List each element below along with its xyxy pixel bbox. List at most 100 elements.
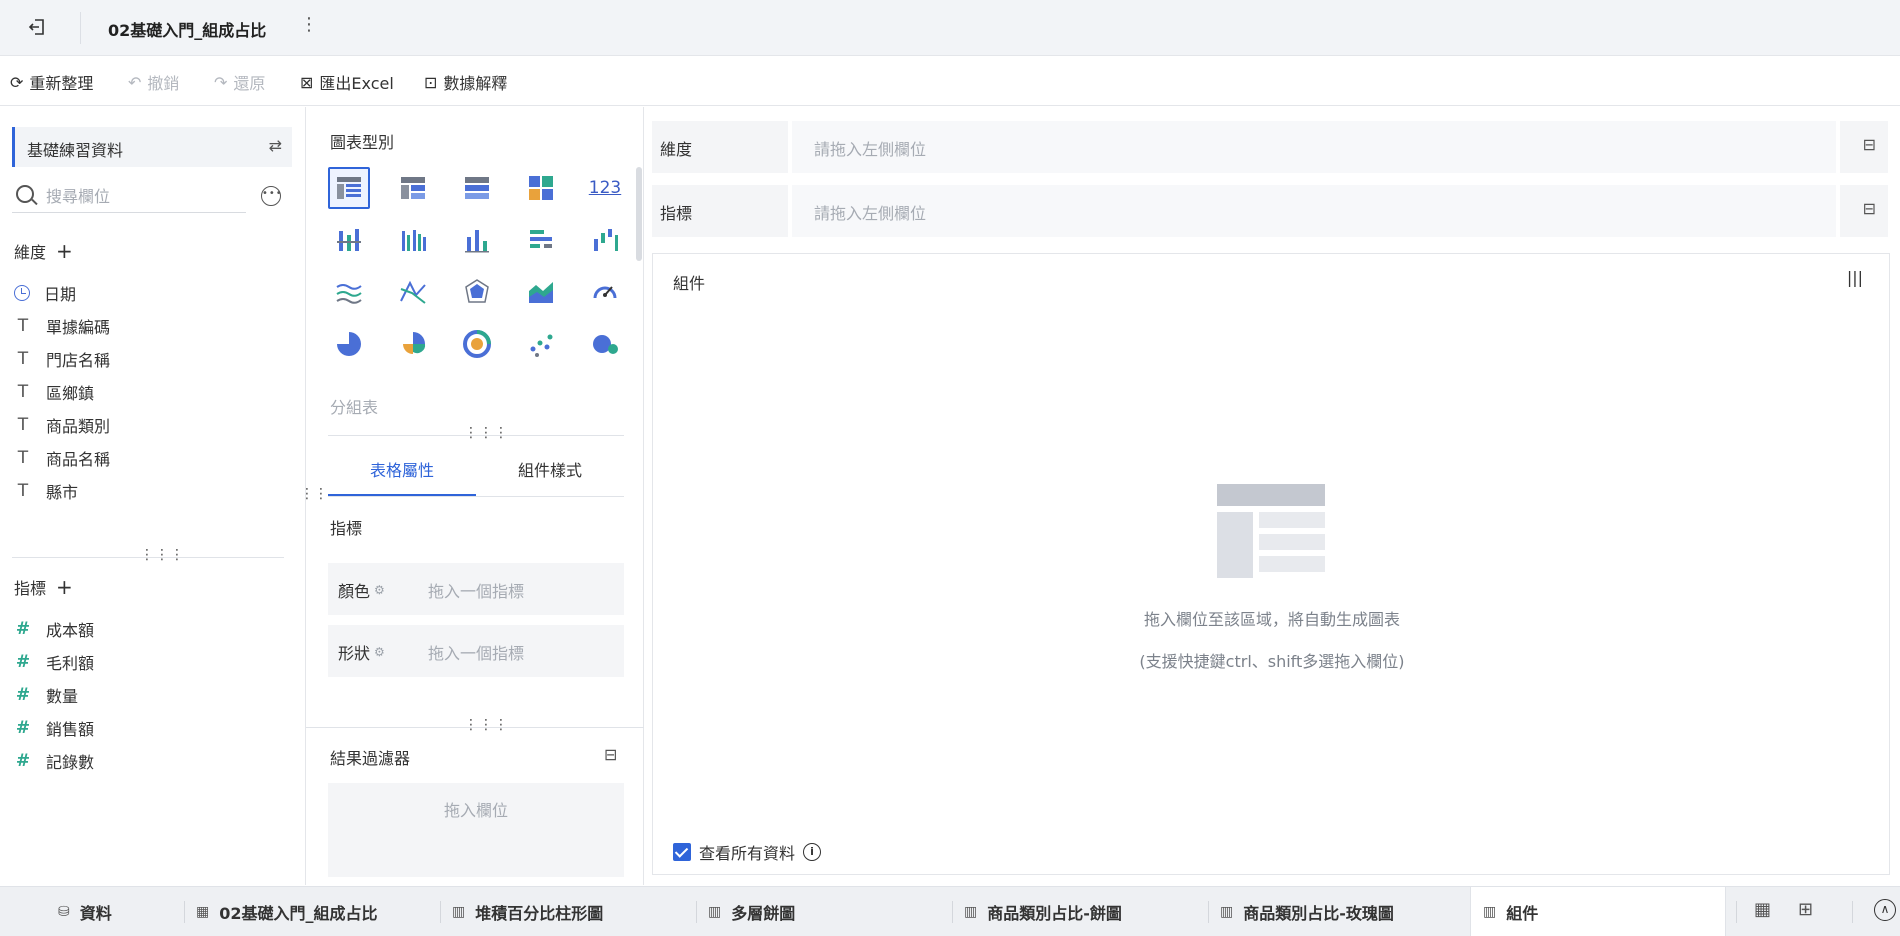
empty-table-icon [1217,484,1325,578]
result-filter-title: 結果過濾器 [330,749,411,768]
column-chart-icon[interactable] [456,219,498,261]
divider [1852,901,1853,923]
sheet-tab[interactable]: ▥ 堆積百分比柱形圖 [452,887,603,936]
undo-button[interactable]: ↶ 撤銷 [128,70,179,94]
filter-settings-icon[interactable]: ⊟ [604,745,617,764]
component-canvas[interactable]: 組件 ||| 拖入欄位至該區域，將自動生成圖表 (支援快捷鍵ctrl、shift… [652,253,1890,875]
add-dimension-icon[interactable]: + [56,239,73,263]
line-chart-icon[interactable] [328,271,370,313]
shelf-settings-icon[interactable]: ⊟ [1863,199,1876,218]
text-icon: T [17,448,29,468]
dimension-field[interactable]: T 商品名稱 [14,446,110,470]
divider [80,12,81,44]
dimension-field[interactable]: T 單據編碼 [14,314,110,338]
drag-handle-icon[interactable]: ⋮⋮⋮ [464,717,509,733]
metric-field[interactable]: # 毛利額 [14,650,94,674]
add-dashboard-icon[interactable]: ▦ [1754,899,1771,920]
divider [696,901,697,923]
sheet-tab[interactable]: ▦ 02基礎入門_組成占比 [196,887,378,936]
sheet-tab[interactable]: ▥ 多層餅圖 [708,887,795,936]
waterfall-chart-icon[interactable] [584,219,626,261]
shape-drop-zone[interactable]: 形狀 ⚙ 拖入一個指標 [328,625,624,677]
text-icon: T [17,349,29,369]
refresh-icon: ⟳ [10,72,24,92]
bar-chart-icon[interactable] [520,219,562,261]
chart-area: 維度 請拖入左側欄位 ⊟ 指標 請拖入左側欄位 ⊟ 組件 ||| 拖入欄位至該區… [644,107,1900,885]
radar-chart-icon[interactable] [456,271,498,313]
dimension-shelf: 維度 請拖入左側欄位 ⊟ [652,121,1888,173]
multi-pie-icon[interactable] [456,323,498,365]
refresh-button[interactable]: ⟳ 重新整理 [10,70,93,94]
sheet-tabs-bar: ⛁ 資料 ▦ 02基礎入門_組成占比 ▥ 堆積百分比柱形圖 ▥ 多層餅圖 ▥ 商品類別占比… [0,886,1900,936]
sheet-tab[interactable]: ▥ 商品類別占比-餅圖 [964,887,1122,936]
active-tab-indicator [328,494,476,496]
metric-drop-zone[interactable]: 請拖入左側欄位 [788,185,1840,237]
gear-icon[interactable]: ⚙ [374,645,385,659]
tab-component-style[interactable]: 組件樣式 [476,457,624,481]
cross-table-icon[interactable] [392,167,434,209]
gear-icon[interactable]: ⚙ [374,583,385,597]
dataset-name: 基礎練習資料 [27,141,124,160]
shelf-settings-icon[interactable]: ⊟ [1863,135,1876,154]
filter-drop-zone[interactable]: 拖入欄位 [328,783,624,877]
text-icon: T [17,382,29,402]
more-options-icon[interactable]: ••• [261,186,282,206]
dimension-field[interactable]: T 縣市 [14,479,78,503]
data-tab[interactable]: ⛁ 資料 [58,887,112,936]
metric-field[interactable]: # 成本額 [14,617,94,641]
chart-icon: ▥ [1483,904,1497,920]
export-excel-button[interactable]: ⊠ 匯出Excel [300,70,394,94]
area-chart-icon[interactable] [520,271,562,313]
checkbox-checked-icon[interactable] [673,843,691,861]
pie-chart-icon[interactable] [328,323,370,365]
drag-handle-icon[interactable]: ⋮⋮⋮ [464,425,509,441]
dimension-shelf-label: 維度 [660,140,693,159]
bubble-chart-icon[interactable] [584,323,626,365]
scatter-chart-icon[interactable] [520,323,562,365]
info-icon[interactable]: i [803,843,822,861]
dataset-selector[interactable]: 基礎練習資料 ⇄ [12,127,292,167]
kpi-card-icon[interactable] [520,167,562,209]
collapse-icon[interactable]: ∧ [1874,899,1896,921]
hash-icon: # [15,652,31,672]
dimension-field[interactable]: T 區鄉鎮 [14,380,94,404]
search-input[interactable] [46,183,242,209]
divider [184,901,185,923]
number-indicator-icon[interactable]: 123 [584,167,626,209]
combo-chart-icon[interactable] [392,271,434,313]
rose-chart-icon[interactable] [392,323,434,365]
chart-type-title: 圖表型別 [330,133,395,152]
stacked-column-icon[interactable] [328,219,370,261]
barcode-icon[interactable]: ||| [1847,268,1863,287]
kebab-icon[interactable]: ⋮ [300,14,318,35]
metric-shelf-label: 指標 [660,204,693,223]
toolbar: ⟳ 重新整理 ↶ 撤銷 ↷ 還原 ⊠ 匯出Excel ⊡ 數據解釋 [0,56,1900,106]
grouped-column-icon[interactable] [392,219,434,261]
tab-table-properties[interactable]: 表格屬性 [328,457,476,481]
add-metric-icon[interactable]: + [56,575,73,599]
drag-handle-icon[interactable]: ⋮⋮⋮ [140,547,185,563]
section-divider [306,727,644,728]
dimension-drop-zone[interactable]: 請拖入左側欄位 [788,121,1840,173]
metric-field[interactable]: # 數量 [14,683,78,707]
redo-button[interactable]: ↷ 還原 [214,70,265,94]
divider [1736,901,1737,923]
dimension-field[interactable]: T 門店名稱 [14,347,110,371]
metric-field[interactable]: # 記錄數 [14,749,94,773]
view-all-data-checkbox[interactable]: 查看所有資料 i [673,840,822,864]
detail-table-icon[interactable] [456,167,498,209]
switch-dataset-icon[interactable]: ⇄ [269,136,282,155]
sheet-tab[interactable]: ▥ 商品類別占比-玫瑰圖 [1220,887,1394,936]
color-drop-zone[interactable]: 顏色 ⚙ 拖入一個指標 [328,563,624,615]
metric-field[interactable]: # 銷售額 [14,716,94,740]
gauge-chart-icon[interactable] [584,271,626,313]
sheet-tab-active[interactable]: ▥ 組件 [1470,887,1726,936]
group-table-icon[interactable] [328,167,370,209]
exit-icon[interactable] [24,14,50,40]
chart-type-scrollbar[interactable] [636,167,642,261]
add-component-icon[interactable]: ⊞ [1798,899,1813,920]
data-explain-button[interactable]: ⊡ 數據解釋 [424,70,507,94]
dimension-field[interactable]: 日期 [14,281,76,305]
dimension-field[interactable]: T 商品類別 [14,413,110,437]
top-bar: 02基礎入門_組成占比 ⋮ [0,0,1900,56]
